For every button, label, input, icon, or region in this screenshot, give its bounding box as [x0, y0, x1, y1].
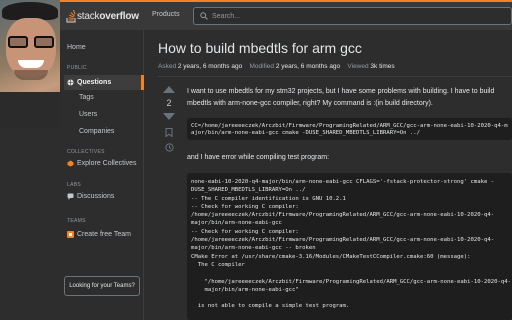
page-title[interactable]: How to build mbedtls for arm gcc [158, 40, 362, 56]
sidebar-heading-public: PUBLIC [67, 65, 87, 71]
search-placeholder: Search... [212, 12, 241, 20]
sidebar-item-explore-collectives[interactable]: Explore Collectives [67, 160, 137, 167]
products-menu[interactable]: Products [152, 11, 180, 18]
sidebar-item-tags[interactable]: Tags [79, 94, 94, 101]
stackoverflow-logo[interactable]: stackoverflow [66, 10, 139, 23]
sidebar-item-create-team[interactable]: Create free Team [67, 231, 131, 238]
divider [158, 76, 512, 77]
vote-cell: 2 [159, 86, 179, 152]
sidebar-item-label: Discussions [77, 193, 115, 200]
logo-text: stackoverflow [77, 11, 139, 22]
team-icon [67, 231, 74, 238]
search-icon [200, 12, 208, 20]
sidebar-item-users[interactable]: Users [79, 111, 97, 118]
viewed-value: 3k times [370, 63, 395, 70]
collectives-icon [67, 160, 74, 167]
stackoverflow-logo-icon [66, 10, 76, 23]
modified-value: 2 years, 6 months ago [275, 63, 341, 70]
sidebar-item-home[interactable]: Home [67, 44, 86, 51]
bookmark-icon[interactable] [165, 128, 173, 137]
sidebar-item-discussions[interactable]: Discussions [67, 193, 114, 200]
vote-count: 2 [166, 98, 172, 108]
code-block-error: none-eabi-10-2020-q4-major/bin/arm-none-… [187, 173, 512, 320]
sidebar-item-companies[interactable]: Companies [79, 128, 114, 135]
sidebar-item-label: Explore Collectives [77, 160, 137, 167]
sidebar-item-questions[interactable]: Questions [64, 75, 144, 90]
globe-icon [67, 79, 74, 86]
discussions-icon [67, 193, 74, 200]
asked-value: 2 years, 6 months ago [177, 63, 243, 70]
avatar [0, 0, 60, 128]
sidebar-heading-teams: TEAMS [67, 218, 86, 224]
sidebar-item-label: Create free Team [77, 231, 131, 238]
question-body-error: and I have error while compiling test pr… [187, 154, 330, 161]
code-block-command: CC=/home/jareeeeczek/Arczbit/Firmware/Pr… [187, 118, 512, 140]
sidebar-item-label: Questions [77, 79, 112, 86]
search-input[interactable]: Search... [193, 7, 512, 25]
sidebar-heading-collectives: COLLECTIVES [67, 149, 105, 155]
find-teams-button[interactable]: Looking for your Teams? [64, 276, 140, 296]
downvote-icon[interactable] [163, 113, 175, 120]
top-bar: stackoverflow Products Search... [0, 0, 512, 30]
history-icon[interactable] [164, 143, 174, 152]
sidebar-heading-labs: LABS [67, 182, 81, 188]
question-body-intro: I want to use mbedtls for my stm32 proje… [187, 88, 495, 107]
upvote-icon[interactable] [163, 86, 175, 93]
question-page: How to build mbedtls for arm gcc Asked 2… [145, 30, 512, 320]
question-meta: Asked 2 years, 6 months ago Modified 2 y… [158, 63, 395, 70]
